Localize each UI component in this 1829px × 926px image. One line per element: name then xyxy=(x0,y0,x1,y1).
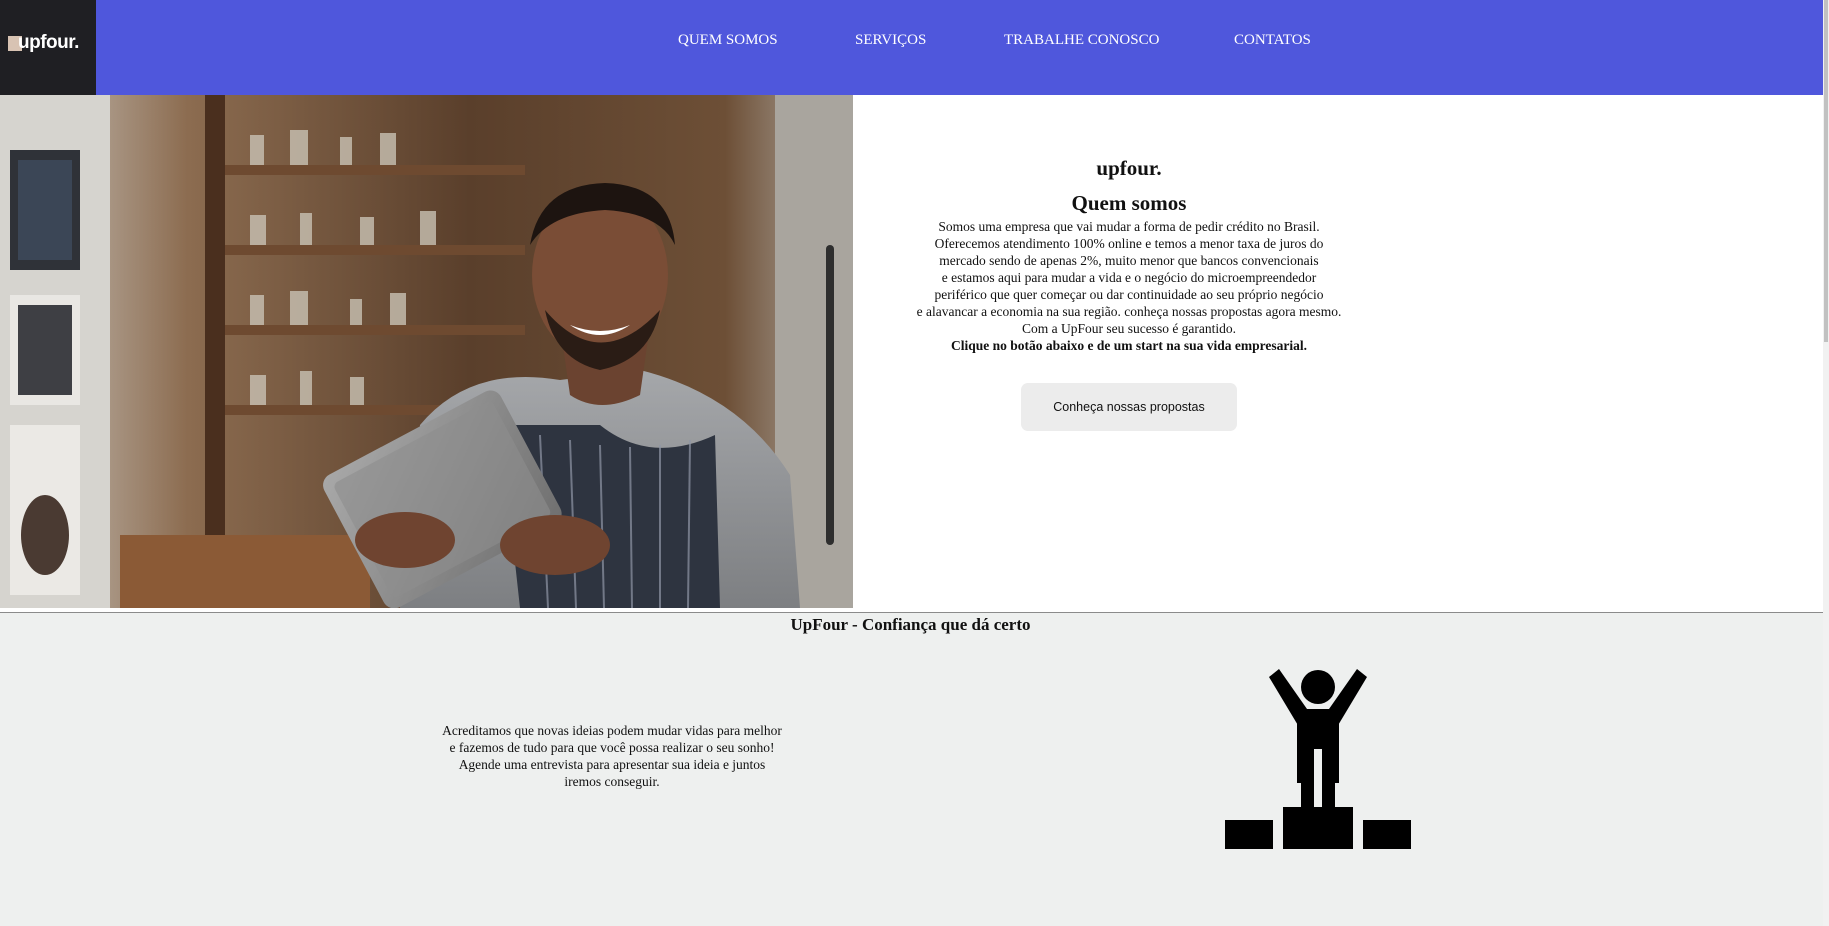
values-description: Acreditamos que novas ideias podem mudar… xyxy=(412,722,812,790)
about-line: periférico que quer começar ou dar conti… xyxy=(934,287,1324,302)
page-scrollbar[interactable] xyxy=(1823,0,1829,926)
section-title: Quem somos xyxy=(1071,191,1187,215)
values-line: iremos conseguir. xyxy=(564,774,660,789)
nav-link-quem-somos[interactable]: QUEM SOMOS xyxy=(678,32,778,49)
about-line: mercado sendo de apenas 2%, muito menor … xyxy=(939,253,1319,268)
main-nav: QUEM SOMOS SERVIÇOS TRABALHE CONOSCO CON… xyxy=(0,32,1823,52)
see-proposals-button[interactable]: Conheça nossas propostas xyxy=(1021,383,1237,431)
hero-image xyxy=(0,95,853,608)
about-line: Oferecemos atendimento 100% online e tem… xyxy=(934,236,1324,251)
about-highlight: Clique no botão abaixo e de um start na … xyxy=(950,338,1308,353)
nav-link-servicos[interactable]: SERVIÇOS xyxy=(855,32,926,49)
about-line: Com a UpFour seu sucesso é garantido. xyxy=(1021,321,1237,336)
nav-link-trabalhe-conosco[interactable]: TRABALHE CONOSCO xyxy=(1004,32,1159,49)
nav-link-contatos[interactable]: CONTATOS xyxy=(1234,32,1311,49)
about-line: e estamos aqui para mudar a vida e o neg… xyxy=(941,270,1317,285)
values-title: UpFour - Confiança que dá certo xyxy=(790,615,1031,634)
site-header: upfour. QUEM SOMOS SERVIÇOS TRABALHE CON… xyxy=(0,0,1823,95)
scrollbar-thumb[interactable] xyxy=(1824,0,1828,342)
values-line: e fazemos de tudo para que você possa re… xyxy=(449,740,775,755)
man-with-tablet-photo xyxy=(0,95,853,608)
podium-winner-icon xyxy=(1225,669,1411,849)
about-description: Somos uma empresa que vai mudar a forma … xyxy=(853,218,1405,354)
about-line: e alavancar a economia na sua região. co… xyxy=(916,304,1342,319)
brand-title: upfour. xyxy=(1096,156,1162,180)
about-line: Somos uma empresa que vai mudar a forma … xyxy=(938,219,1320,234)
values-line: Agende uma entrevista para apresentar su… xyxy=(458,757,766,772)
values-line: Acreditamos que novas ideias podem mudar… xyxy=(442,723,782,738)
about-section: upfour. Quem somos Somos uma empresa que… xyxy=(853,95,1823,608)
values-section: UpFour - Confiança que dá certo Acredita… xyxy=(0,613,1823,926)
